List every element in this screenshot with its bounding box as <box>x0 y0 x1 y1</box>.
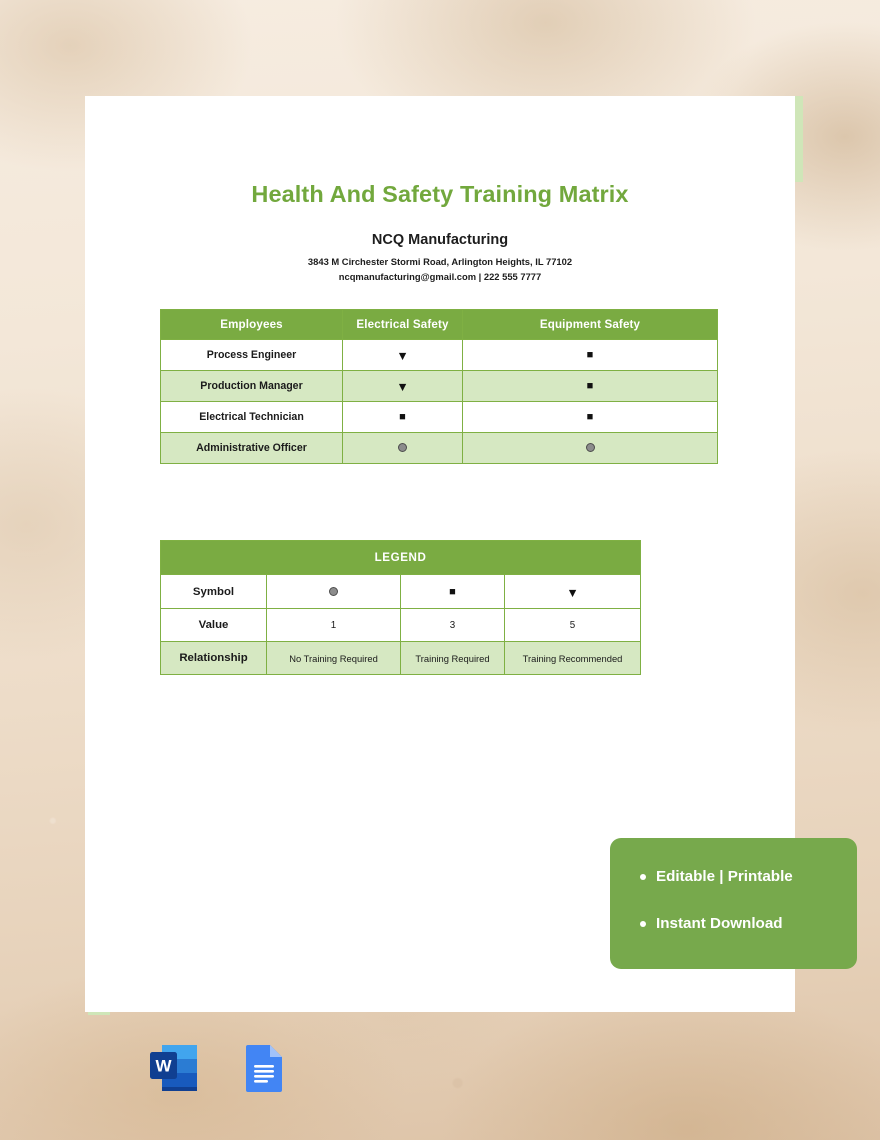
matrix-header-employees: Employees <box>160 309 343 340</box>
legend-symbol-row: Symbol ■ ▼ <box>160 574 642 609</box>
table-row: Process Engineer ▼ ■ <box>160 339 718 371</box>
employee-name: Production Manager <box>160 370 343 402</box>
microsoft-word-icon[interactable]: W <box>146 1039 203 1096</box>
matrix-cell-equipment-safety <box>462 432 718 464</box>
legend-relationship-row: Relationship No Training Required Traini… <box>160 641 642 675</box>
square-icon: ■ <box>586 380 594 392</box>
legend-relationship: Training Required <box>400 641 505 675</box>
legend-title: LEGEND <box>159 540 642 575</box>
circle-icon <box>585 443 595 453</box>
legend-row-label-symbol: Symbol <box>160 574 267 609</box>
square-icon: ■ <box>399 411 406 423</box>
company-name: NCQ Manufacturing <box>371 232 509 249</box>
matrix-cell-equipment-safety: ■ <box>462 401 718 433</box>
legend-relationship: No Training Required <box>266 641 401 675</box>
matrix-cell-electrical-safety <box>342 432 463 464</box>
company-address: 3843 M Circhester Stormi Road, Arlington… <box>307 255 573 267</box>
legend-value: 5 <box>503 608 642 642</box>
promo-line-instant-download: Instant Download <box>640 915 857 933</box>
triangle-icon: ▼ <box>396 380 409 394</box>
square-icon: ■ <box>586 349 594 361</box>
legend-relationship: Training Recommended <box>503 641 642 675</box>
promo-badge: Editable | Printable Instant Download <box>610 838 857 969</box>
bullet-icon <box>640 921 646 928</box>
matrix-cell-electrical-safety: ▼ <box>342 339 463 371</box>
training-matrix-table: Employees Electrical Safety Equipment Sa… <box>160 309 718 464</box>
legend-value-row: Value 1 3 5 <box>160 608 642 642</box>
app-format-icons: W <box>146 1039 293 1096</box>
legend-value: 3 <box>400 608 505 642</box>
legend-title-row: LEGEND <box>159 540 642 575</box>
matrix-header-row: Employees Electrical Safety Equipment Sa… <box>160 309 718 340</box>
employee-name: Electrical Technician <box>160 401 343 433</box>
svg-text:W: W <box>155 1057 172 1076</box>
matrix-cell-electrical-safety: ■ <box>342 401 463 433</box>
matrix-header-equipment-safety: Equipment Safety <box>462 309 718 340</box>
legend-table: LEGEND Symbol ■ ▼ Value 1 3 5 Relationsh… <box>159 540 642 675</box>
google-docs-icon[interactable] <box>236 1039 293 1096</box>
legend-symbol-square: ■ <box>400 574 505 609</box>
company-contact: ncqmanufacturing@gmail.com | 222 555 777… <box>338 271 542 283</box>
triangle-icon: ▼ <box>396 349 409 363</box>
circle-icon <box>329 587 338 597</box>
document-header: Health And Safety Training Matrix NCQ Ma… <box>85 96 795 284</box>
circle-icon <box>398 443 407 453</box>
page-title: Health And Safety Training Matrix <box>251 181 629 207</box>
legend-symbol-circle <box>266 574 401 609</box>
legend-row-label-relationship: Relationship <box>160 641 267 675</box>
employee-name: Process Engineer <box>160 339 343 371</box>
promo-line-text: Instant Download <box>656 915 783 933</box>
legend-symbol-triangle: ▼ <box>503 574 642 609</box>
table-row: Administrative Officer <box>160 432 718 464</box>
legend-row-label-value: Value <box>160 608 267 642</box>
promo-line-text: Editable | Printable <box>656 868 793 885</box>
square-icon: ■ <box>586 411 594 423</box>
bullet-icon <box>640 874 646 881</box>
table-row: Production Manager ▼ ■ <box>160 370 718 402</box>
matrix-cell-equipment-safety: ■ <box>462 339 718 371</box>
employee-name: Administrative Officer <box>160 432 343 464</box>
triangle-icon: ▼ <box>566 586 579 600</box>
matrix-cell-equipment-safety: ■ <box>462 370 718 402</box>
matrix-header-electrical-safety: Electrical Safety <box>342 309 463 340</box>
matrix-cell-electrical-safety: ▼ <box>342 370 463 402</box>
table-row: Electrical Technician ■ ■ <box>160 401 718 433</box>
promo-line-editable-printable: Editable | Printable <box>640 868 857 886</box>
square-icon: ■ <box>449 586 456 598</box>
legend-value: 1 <box>266 608 401 642</box>
